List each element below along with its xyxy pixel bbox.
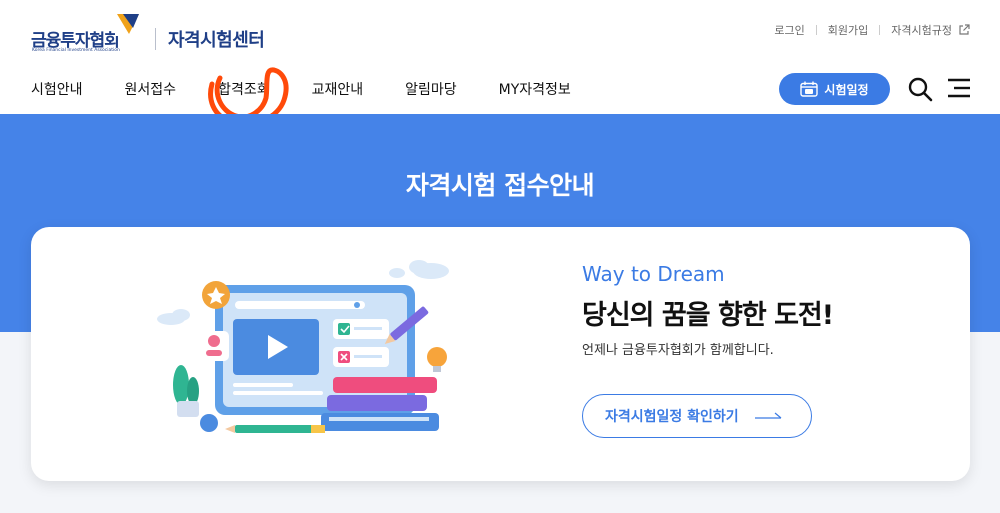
search-icon[interactable] bbox=[907, 76, 933, 102]
login-link[interactable]: 로그인 bbox=[774, 22, 804, 38]
promo-card: Way to Dream 당신의 꿈을 향한 도전! 언제나 금융투자협회가 함… bbox=[31, 227, 970, 481]
util-divider bbox=[879, 25, 881, 35]
logo-subtitle: 자격시험센터 bbox=[168, 30, 265, 51]
calendar-icon bbox=[800, 81, 819, 97]
exam-rules-link[interactable]: 자격시험규정 bbox=[891, 22, 952, 38]
signup-link[interactable]: 회원가입 bbox=[828, 22, 868, 38]
nav-item-textbooks[interactable]: 교재안내 bbox=[312, 79, 364, 99]
kofia-logo: 금융투자협회 Korea Financial Investment Associ… bbox=[31, 10, 143, 54]
nav-item-application[interactable]: 원서접수 bbox=[125, 79, 177, 99]
cta-label: 자격시험일정 확인하기 bbox=[605, 409, 739, 425]
exam-schedule-label: 시험일정 bbox=[824, 82, 869, 97]
card-description: 언제나 금융투자협회가 함께합니다. bbox=[582, 343, 774, 358]
exam-schedule-button[interactable]: 시험일정 bbox=[779, 73, 890, 105]
online-learning-illustration bbox=[157, 260, 449, 433]
card-headline: 당신의 꿈을 향한 도전! bbox=[582, 300, 834, 331]
arrow-right-icon bbox=[754, 412, 782, 419]
site-header: 금융투자협회 Korea Financial Investment Associ… bbox=[0, 0, 1000, 127]
hero-title: 자격시험 접수안내 bbox=[405, 171, 595, 200]
card-tagline: Way to Dream bbox=[582, 262, 725, 286]
util-divider bbox=[815, 25, 817, 35]
external-link-icon bbox=[959, 24, 970, 35]
logo-english-name: Korea Financial Investment Association bbox=[32, 48, 120, 53]
hamburger-menu-icon[interactable] bbox=[947, 77, 971, 99]
site-logo[interactable]: 금융투자협회 Korea Financial Investment Associ… bbox=[31, 10, 265, 54]
view-exam-schedule-button[interactable]: 자격시험일정 확인하기 bbox=[582, 394, 812, 438]
logo-divider bbox=[155, 28, 156, 50]
nav-item-pass-check[interactable]: 합격조회 bbox=[218, 79, 270, 99]
nav-item-my-qualification[interactable]: MY자격정보 bbox=[499, 79, 571, 99]
main-nav: 시험안내 원서접수 합격조회 교재안내 알림마당 MY자격정보 bbox=[31, 79, 571, 99]
nav-item-exam-info[interactable]: 시험안내 bbox=[31, 79, 83, 99]
nav-item-notices[interactable]: 알림마당 bbox=[405, 79, 457, 99]
utility-links: 로그인 회원가입 자격시험규정 bbox=[774, 22, 970, 38]
logo-emblem-icon bbox=[115, 10, 141, 36]
